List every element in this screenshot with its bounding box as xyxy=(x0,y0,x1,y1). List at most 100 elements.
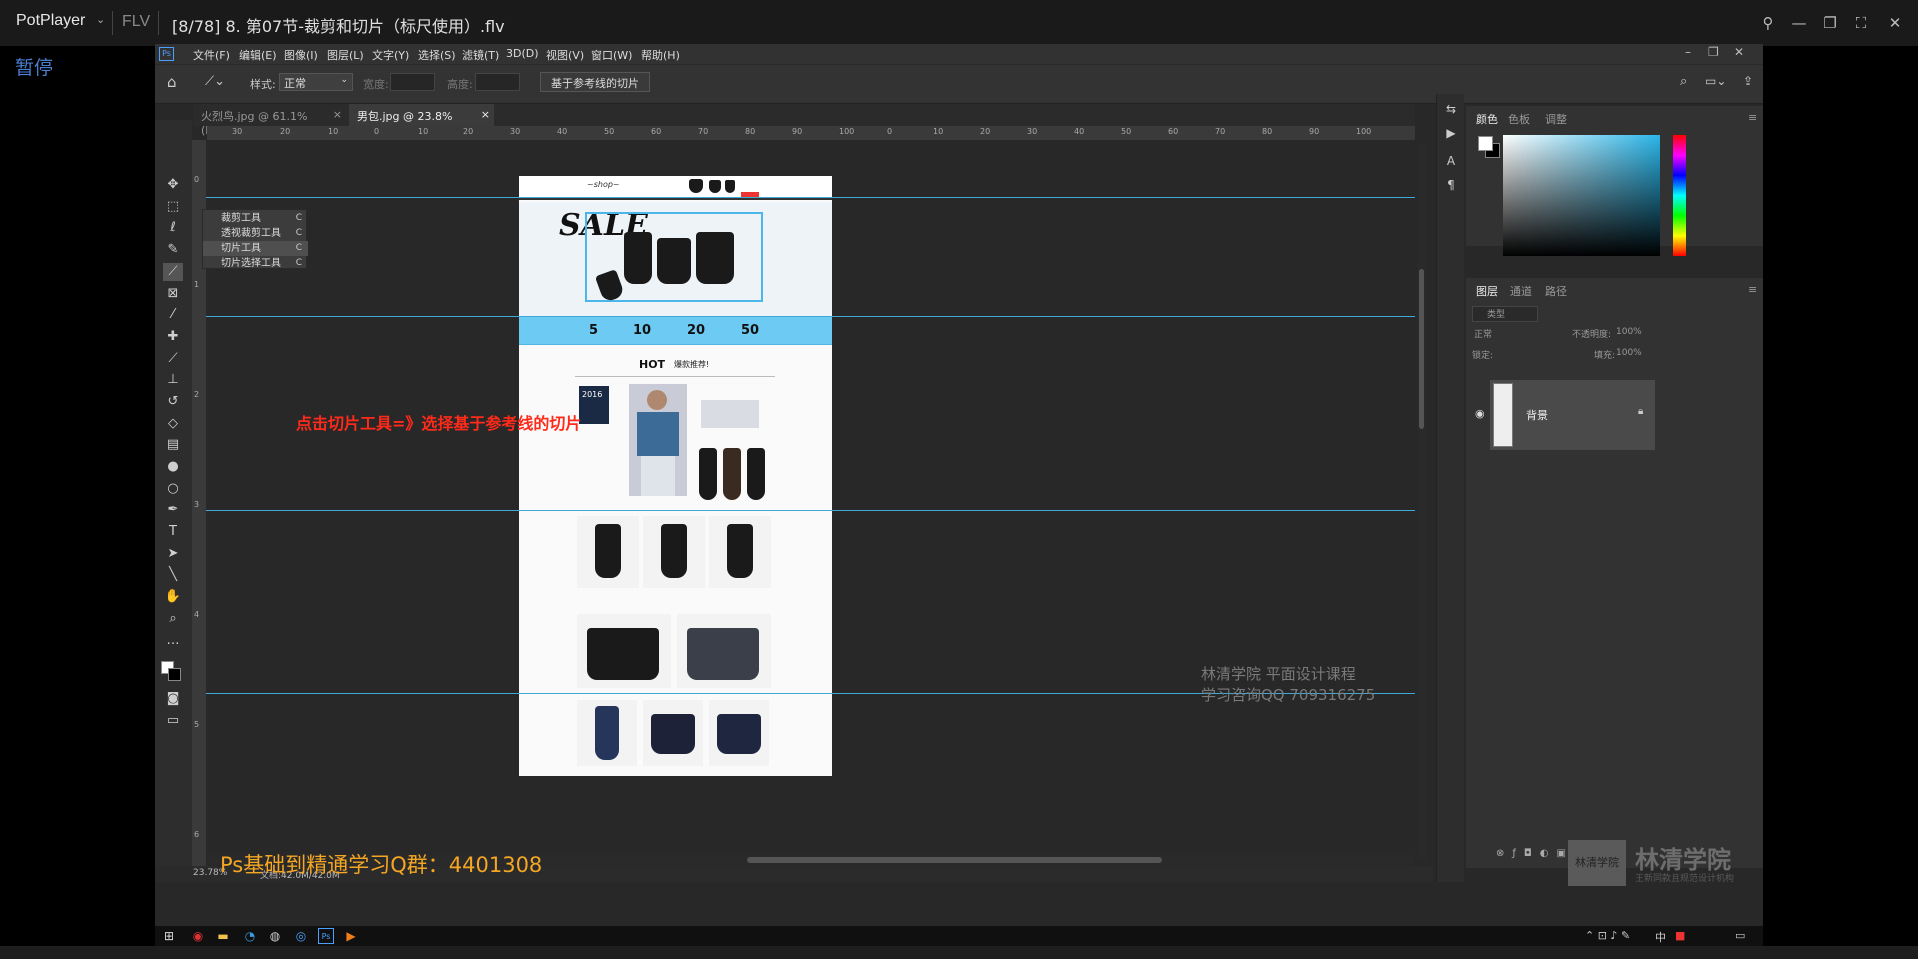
folder-icon[interactable]: ▬ xyxy=(215,928,231,944)
line-tool-icon[interactable]: ╲ xyxy=(163,566,183,584)
frame-tool-icon[interactable]: ⊠ xyxy=(163,285,183,303)
menu-3d[interactable]: 3D(D) xyxy=(506,47,539,60)
stamp-tool-icon[interactable]: ⊥ xyxy=(163,371,183,389)
potplayer-taskbar-icon[interactable]: ▶ xyxy=(343,928,359,944)
dodge-tool-icon[interactable]: ○ xyxy=(163,480,183,498)
menu-window[interactable]: 窗口(W) xyxy=(591,47,632,63)
more-tools-icon[interactable]: … xyxy=(163,632,183,650)
app-icon[interactable]: ◎ xyxy=(293,928,309,944)
restore-icon[interactable]: ❐ xyxy=(1819,12,1841,34)
opacity-value[interactable]: 100% xyxy=(1616,327,1642,337)
healing-brush-icon[interactable]: ✚ xyxy=(163,328,183,346)
height-input[interactable] xyxy=(475,73,520,91)
blur-tool-icon[interactable]: ● xyxy=(163,458,183,476)
actions-play-icon[interactable]: ▶ xyxy=(1443,126,1459,142)
tab-color[interactable]: 颜色 xyxy=(1476,111,1498,127)
photoshop-taskbar-icon[interactable]: Ps xyxy=(318,928,334,944)
close-icon[interactable]: × xyxy=(333,108,342,121)
workspace-icon[interactable]: ▭⌄ xyxy=(1705,74,1726,88)
tab-channels[interactable]: 通道 xyxy=(1510,283,1532,299)
menu-type[interactable]: 文字(Y) xyxy=(372,47,409,63)
menu-layer[interactable]: 图层(L) xyxy=(327,47,364,63)
menu-view[interactable]: 视图(V) xyxy=(546,47,584,63)
brush-tool-icon[interactable]: ⟋ xyxy=(163,350,183,368)
slices-from-guides-button[interactable]: 基于参考线的切片 xyxy=(540,72,650,92)
chevron-down-icon[interactable]: ⌄ xyxy=(96,13,105,26)
home-icon[interactable]: ⌂ xyxy=(167,73,177,91)
foreground-swatch[interactable] xyxy=(1478,136,1493,151)
background-color-swatch[interactable] xyxy=(168,668,181,681)
notification-icon[interactable]: ▭ xyxy=(1735,929,1745,942)
slice-tool-icon[interactable]: ⟋ xyxy=(163,263,183,281)
tab-paths[interactable]: 路径 xyxy=(1545,283,1567,299)
tab-bag[interactable]: 男包.jpg @ 23.8%(RGB/8) * × xyxy=(349,104,494,137)
menu-filter[interactable]: 滤镜(T) xyxy=(462,47,499,63)
zoom-tool-icon[interactable]: ⌕ xyxy=(163,610,183,628)
close-icon[interactable]: ✕ xyxy=(1884,12,1906,34)
panel-menu-icon[interactable]: ≡ xyxy=(1748,283,1757,296)
minimize-icon[interactable]: – xyxy=(1685,45,1691,59)
eyedropper-icon[interactable]: ⁄ xyxy=(163,306,183,324)
pen-tool-icon[interactable]: ✒ xyxy=(163,501,183,519)
share-icon[interactable]: ⇪ xyxy=(1743,74,1753,88)
close-icon[interactable]: × xyxy=(481,108,490,121)
history-brush-icon[interactable]: ↺ xyxy=(163,393,183,411)
potplayer-logo[interactable]: PotPlayer xyxy=(16,12,85,30)
quick-mask-icon[interactable]: ◙ xyxy=(163,690,183,708)
menu-select[interactable]: 选择(S) xyxy=(418,47,456,63)
tab-adjustments[interactable]: 调整 xyxy=(1545,111,1567,127)
path-select-icon[interactable]: ➤ xyxy=(163,545,183,563)
blend-mode[interactable]: 正常 xyxy=(1474,327,1492,340)
history-icon[interactable]: ⇆ xyxy=(1443,102,1459,118)
menu-image[interactable]: 图像(I) xyxy=(284,47,318,63)
browser-icon[interactable]: ◔ xyxy=(242,928,258,944)
menu-file[interactable]: 文件(F) xyxy=(193,47,230,63)
restore-icon[interactable]: ❐ xyxy=(1708,45,1719,59)
scroll-thumb[interactable] xyxy=(1419,269,1424,429)
layer-background[interactable]: 背景 🔒︎ xyxy=(1490,380,1655,450)
guide-line[interactable] xyxy=(206,316,1415,317)
app-icon[interactable]: ◉ xyxy=(190,928,206,944)
eye-icon[interactable]: ◉ xyxy=(1475,407,1485,420)
guide-line[interactable] xyxy=(519,344,832,345)
paragraph-icon[interactable]: ¶ xyxy=(1443,178,1459,194)
guide-line[interactable] xyxy=(206,197,1415,198)
fill-value[interactable]: 100% xyxy=(1616,348,1642,358)
hand-tool-icon[interactable]: ✋ xyxy=(163,588,183,606)
app-tray-icon[interactable]: ■ xyxy=(1675,929,1685,942)
marquee-tool-icon[interactable]: ⬚ xyxy=(163,198,183,216)
vertical-scrollbar[interactable] xyxy=(1417,144,1426,860)
screen-mode-icon[interactable]: ▭ xyxy=(163,712,183,730)
canvas-area[interactable]: ~shop~ SALE 5 10 20 50 HOT 爆款推荐! 2016 xyxy=(206,140,1415,866)
fullscreen-icon[interactable]: ⛶ xyxy=(1850,12,1872,34)
scroll-thumb[interactable] xyxy=(747,857,1162,863)
character-icon[interactable]: A xyxy=(1443,154,1459,170)
width-input[interactable] xyxy=(390,73,435,91)
style-select[interactable]: 正常 ⌄ xyxy=(279,73,353,91)
tab-flamingo[interactable]: 火烈鸟.jpg @ 61.1%(RGB/8#) × xyxy=(193,104,346,137)
slice-select-tool-item[interactable]: 切片选择工具 C xyxy=(203,256,308,271)
slice-tool-preset-icon[interactable]: ⟋⌄ xyxy=(205,74,225,89)
start-icon[interactable]: ⊞ xyxy=(161,928,177,944)
hue-slider[interactable] xyxy=(1673,135,1686,256)
tab-layers[interactable]: 图层 xyxy=(1476,283,1498,299)
perspective-crop-tool-item[interactable]: 透视裁剪工具 C xyxy=(203,226,308,241)
color-picker-field[interactable] xyxy=(1503,135,1660,256)
slice-tool-item[interactable]: 切片工具 C xyxy=(203,241,308,256)
close-icon[interactable]: ✕ xyxy=(1734,45,1744,59)
gradient-tool-icon[interactable]: ▤ xyxy=(163,436,183,454)
search-icon[interactable]: ⌕ xyxy=(1680,74,1687,89)
tab-swatches[interactable]: 色板 xyxy=(1508,111,1530,127)
ime-indicator[interactable]: 中 xyxy=(1655,929,1666,945)
menu-edit[interactable]: 编辑(E) xyxy=(239,47,277,63)
crop-tool-item[interactable]: 裁剪工具 C xyxy=(203,211,308,226)
eraser-tool-icon[interactable]: ◇ xyxy=(163,415,183,433)
pin-icon[interactable]: ⚲ xyxy=(1757,12,1779,34)
minimize-icon[interactable]: — xyxy=(1788,12,1810,34)
type-tool-icon[interactable]: T xyxy=(163,523,183,541)
quick-select-icon[interactable]: ✎ xyxy=(163,241,183,259)
app-icon[interactable]: ◍ xyxy=(267,928,283,944)
tray-icons[interactable]: ⌃ ⊡ ♪ ✎ xyxy=(1585,929,1630,942)
menu-help[interactable]: 帮助(H) xyxy=(641,47,680,63)
panel-menu-icon[interactable]: ≡ xyxy=(1748,111,1757,124)
